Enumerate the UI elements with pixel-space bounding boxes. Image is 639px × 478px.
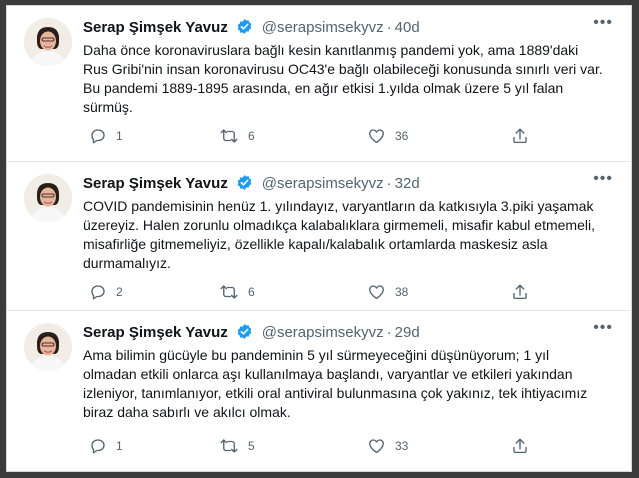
tweet-text: Daha önce koronaviruslara bağlı kesin ka…	[83, 42, 603, 115]
tweet[interactable]: Serap Şimşek Yavuz @serapsimsekyvz · 29d •…	[7, 311, 631, 471]
author-name[interactable]: Serap Şimşek Yavuz	[83, 175, 228, 192]
more-icon[interactable]: •••	[593, 319, 613, 337]
author-handle[interactable]: @serapsimsekyvz	[262, 19, 384, 36]
like-count: 33	[395, 439, 409, 453]
share-icon	[511, 127, 529, 145]
reply-count: 1	[116, 129, 123, 143]
retweet-count: 5	[248, 439, 255, 453]
timestamp[interactable]: 29d	[395, 324, 420, 341]
retweet-count: 6	[248, 285, 255, 299]
heart-icon	[367, 127, 386, 145]
author-handle[interactable]: @serapsimsekyvz	[262, 324, 384, 341]
reply-icon	[89, 437, 107, 455]
heart-icon	[367, 283, 386, 301]
tweet-feed: Serap Şimşek Yavuz @serapsimsekyvz · 40d •…	[6, 5, 632, 472]
timestamp[interactable]: 32d	[395, 175, 420, 192]
tweet-actions: 1 5 33	[83, 437, 543, 457]
reply-icon	[89, 127, 107, 145]
tweet-header: Serap Şimşek Yavuz @serapsimsekyvz · 40d •…	[83, 14, 621, 40]
share-button[interactable]	[511, 437, 529, 455]
retweet-button[interactable]: 5	[219, 437, 255, 455]
tweet-text: Ama bilimin gücüyle bu pandeminin 5 yıl …	[83, 347, 588, 420]
heart-icon	[367, 437, 386, 455]
avatar[interactable]	[24, 323, 72, 371]
tweet-actions: 1 6 36	[83, 127, 543, 147]
author-handle[interactable]: @serapsimsekyvz	[262, 175, 384, 192]
like-count: 38	[395, 285, 409, 299]
retweet-button[interactable]: 6	[219, 127, 255, 145]
retweet-count: 6	[248, 129, 255, 143]
share-button[interactable]	[511, 127, 529, 145]
reply-icon	[89, 283, 107, 301]
more-icon[interactable]: •••	[593, 14, 613, 32]
reply-button[interactable]: 1	[89, 127, 123, 145]
reply-count: 2	[116, 285, 123, 299]
avatar[interactable]	[24, 174, 72, 222]
like-count: 36	[395, 129, 409, 143]
tweet[interactable]: Serap Şimşek Yavuz @serapsimsekyvz · 40d •…	[7, 6, 631, 162]
timestamp[interactable]: 40d	[395, 19, 420, 36]
tweet-text: COVID pandemisinin henüz 1. yılındayız, …	[83, 198, 595, 271]
verified-badge-icon	[236, 323, 253, 345]
separator: ·	[386, 175, 392, 192]
separator: ·	[386, 324, 392, 341]
like-button[interactable]: 33	[367, 437, 408, 455]
avatar[interactable]	[24, 18, 72, 66]
retweet-icon	[219, 283, 239, 301]
like-button[interactable]: 38	[367, 283, 408, 301]
reply-count: 1	[116, 439, 123, 453]
verified-badge-icon	[236, 18, 253, 40]
tweet-actions: 2 6 38	[83, 283, 543, 303]
reply-button[interactable]: 2	[89, 283, 123, 301]
share-button[interactable]	[511, 283, 529, 301]
retweet-icon	[219, 437, 239, 455]
tweet[interactable]: Serap Şimşek Yavuz @serapsimsekyvz · 32d •…	[7, 162, 631, 311]
tweet-header: Serap Şimşek Yavuz @serapsimsekyvz · 29d •…	[83, 319, 621, 345]
share-icon	[511, 283, 529, 301]
verified-badge-icon	[236, 174, 253, 196]
retweet-button[interactable]: 6	[219, 283, 255, 301]
share-icon	[511, 437, 529, 455]
reply-button[interactable]: 1	[89, 437, 123, 455]
tweet-header: Serap Şimşek Yavuz @serapsimsekyvz · 32d •…	[83, 170, 621, 196]
more-icon[interactable]: •••	[593, 170, 613, 188]
author-name[interactable]: Serap Şimşek Yavuz	[83, 19, 228, 36]
like-button[interactable]: 36	[367, 127, 408, 145]
author-name[interactable]: Serap Şimşek Yavuz	[83, 324, 228, 341]
retweet-icon	[219, 127, 239, 145]
separator: ·	[386, 19, 392, 36]
